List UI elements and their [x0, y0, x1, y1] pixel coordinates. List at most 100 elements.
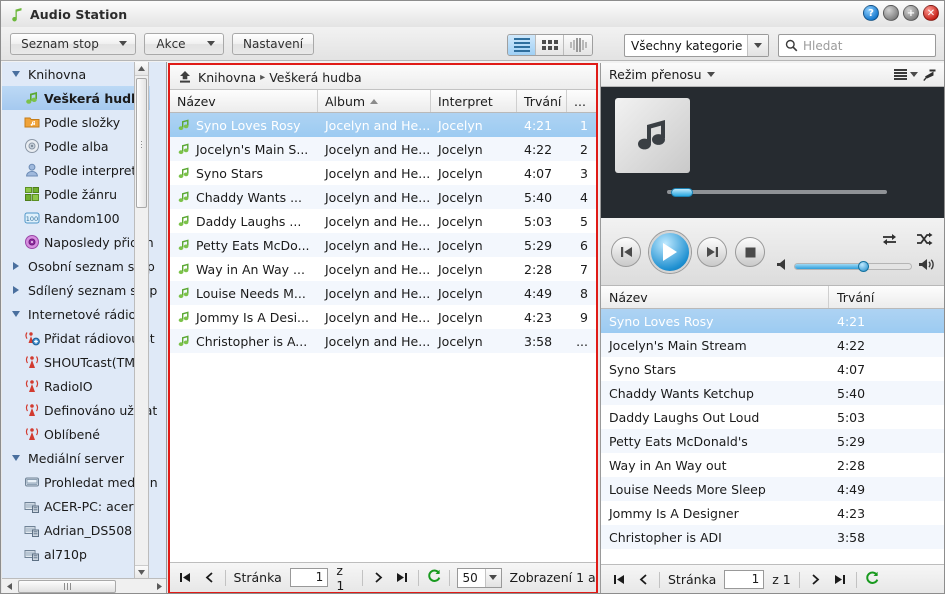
last-page-button[interactable]: [832, 571, 848, 589]
sidebar-item-1[interactable]: Veškerá hudba: [2, 86, 150, 110]
search-box[interactable]: Hledat: [778, 34, 936, 57]
sidebar-item-5[interactable]: Podle žánru: [2, 182, 150, 206]
next-page-button[interactable]: [371, 569, 386, 587]
play-button[interactable]: [649, 231, 691, 273]
breadcrumb-root[interactable]: Knihovna: [198, 70, 256, 85]
view-cover-button[interactable]: [564, 35, 592, 55]
volume-slider-track[interactable]: [794, 260, 912, 272]
sidebar-item-9[interactable]: Sdílený seznam stop: [2, 278, 157, 302]
repeat-button[interactable]: [881, 232, 898, 250]
stop-button[interactable]: [735, 237, 765, 267]
prev-page-button[interactable]: [635, 571, 651, 589]
speaker-high-icon[interactable]: [919, 258, 935, 274]
column-header-title[interactable]: Název: [170, 90, 318, 112]
table-row[interactable]: Chaddy Wants ... Jocelyn and He... Jocelyn…: [170, 185, 596, 209]
list-item[interactable]: Christopher is ADI 3:58: [601, 525, 944, 549]
prev-page-button[interactable]: [201, 569, 216, 587]
first-page-button[interactable]: [611, 571, 627, 589]
list-item[interactable]: Syno Stars 4:07: [601, 357, 944, 381]
shuffle-button[interactable]: [916, 232, 933, 250]
view-grid-button[interactable]: [536, 35, 564, 55]
sidebar-vertical-scrollbar[interactable]: [134, 62, 149, 579]
twisty-down-icon[interactable]: [8, 450, 24, 466]
transfer-mode-label[interactable]: Režim přenosu: [609, 67, 702, 82]
sidebar-horizontal-scrollbar[interactable]: [2, 578, 166, 593]
speaker-low-icon[interactable]: [777, 258, 787, 274]
list-item[interactable]: Daddy Laughs Out Loud 5:03: [601, 405, 944, 429]
queue-column-duration[interactable]: Trvání: [829, 286, 944, 308]
sidebar-item-0[interactable]: Knihovna: [2, 62, 150, 86]
refresh-icon[interactable]: [427, 569, 441, 587]
table-row[interactable]: Syno Stars Jocelyn and He... Jocelyn 4:07 3: [170, 161, 596, 185]
view-list-button[interactable]: [508, 35, 536, 55]
previous-button[interactable]: [611, 237, 641, 267]
sidebar-item-15[interactable]: Oblíbené: [2, 422, 150, 446]
column-header-album[interactable]: Album: [318, 90, 431, 112]
first-page-button[interactable]: [178, 569, 193, 587]
actions-menu-button[interactable]: Akce: [144, 32, 224, 55]
pin-icon[interactable]: [923, 68, 937, 82]
table-row[interactable]: Jocelyn's Main S... Jocelyn and He... Joce…: [170, 137, 596, 161]
minimize-button[interactable]: [883, 5, 899, 21]
page-number-input[interactable]: 1: [724, 570, 765, 589]
column-header-artist[interactable]: Interpret: [431, 90, 517, 112]
table-row[interactable]: Way in An Way ... Jocelyn and He... Jocely…: [170, 257, 596, 281]
sidebar-item-18[interactable]: ACER-PC: acer:: [2, 494, 150, 518]
page-number-input[interactable]: 1: [289, 568, 329, 587]
maximize-button[interactable]: +: [903, 5, 919, 21]
sidebar-item-6[interactable]: 100 Random100: [2, 206, 150, 230]
table-row[interactable]: Louise Needs M... Jocelyn and He... Jocely…: [170, 281, 596, 305]
help-button[interactable]: ?: [863, 5, 879, 21]
chevron-down-icon[interactable]: [747, 35, 768, 56]
sidebar-item-13[interactable]: RadioIO: [2, 374, 150, 398]
twisty-down-icon[interactable]: [8, 306, 24, 322]
table-row[interactable]: Jommy Is A Desi... Jocelyn and He... Jocel…: [170, 305, 596, 329]
sidebar-item-4[interactable]: Podle interpreta: [2, 158, 150, 182]
horizontal-scroll-track[interactable]: [16, 579, 152, 593]
sidebar-item-17[interactable]: Prohledat mediáln: [2, 470, 158, 494]
scroll-right-icon[interactable]: [152, 579, 166, 593]
playlist-menu-button[interactable]: Seznam stop: [10, 32, 136, 55]
list-item[interactable]: Syno Loves Rosy 4:21: [601, 309, 944, 333]
horizontal-scrollbar-thumb[interactable]: [18, 580, 116, 593]
sidebar-item-3[interactable]: Podle alba: [2, 134, 150, 158]
sidebar-item-14[interactable]: Definováno uživat: [2, 398, 157, 422]
twisty-right-icon[interactable]: [8, 282, 24, 298]
scroll-down-icon[interactable]: [135, 565, 148, 579]
sidebar-item-7[interactable]: Naposledy přidan: [2, 230, 154, 254]
sidebar-item-19[interactable]: Adrian_DS508: [2, 518, 150, 542]
volume-slider-knob[interactable]: [857, 260, 869, 272]
queue-menu-button[interactable]: [894, 67, 918, 81]
category-select[interactable]: Všechny kategorie: [624, 34, 769, 57]
twisty-down-icon[interactable]: [8, 66, 24, 82]
table-row[interactable]: Petty Eats McDo... Jocelyn and He... Jocel…: [170, 233, 596, 257]
list-item[interactable]: Jommy Is A Designer 4:23: [601, 501, 944, 525]
list-item[interactable]: Louise Needs More Sleep 4:49: [601, 477, 944, 501]
volume-control[interactable]: [777, 258, 935, 274]
table-row[interactable]: Syno Loves Rosy Jocelyn and He... Jocelyn 4…: [170, 113, 596, 137]
queue-column-title[interactable]: Název: [601, 286, 829, 308]
list-item[interactable]: Chaddy Wants Ketchup 5:40: [601, 381, 944, 405]
chevron-down-icon[interactable]: [484, 568, 501, 587]
up-arrow-icon[interactable]: [178, 70, 192, 84]
sidebar-item-20[interactable]: al710p: [2, 542, 150, 566]
sidebar-item-10[interactable]: Internetové rádio: [2, 302, 150, 326]
settings-button[interactable]: Nastavení: [232, 32, 315, 55]
next-button[interactable]: [697, 237, 727, 267]
sidebar-item-8[interactable]: Osobní seznam stop: [2, 254, 155, 278]
list-item[interactable]: Way in An Way out 2:28: [601, 453, 944, 477]
close-button[interactable]: ✕: [923, 5, 939, 21]
sidebar-item-2[interactable]: Podle složky: [2, 110, 150, 134]
search-input-placeholder[interactable]: Hledat: [803, 39, 842, 53]
list-item[interactable]: Petty Eats McDonald's 5:29: [601, 429, 944, 453]
column-header-track[interactable]: ...: [567, 90, 596, 112]
scrollbar-thumb[interactable]: [136, 78, 147, 208]
scroll-left-icon[interactable]: [2, 579, 16, 593]
breadcrumb-current[interactable]: Veškerá hudba: [269, 70, 361, 85]
column-header-duration[interactable]: Trvání: [517, 90, 567, 112]
list-item[interactable]: Jocelyn's Main Stream 4:22: [601, 333, 944, 357]
refresh-icon[interactable]: [865, 571, 879, 589]
last-page-button[interactable]: [394, 569, 409, 587]
scroll-up-icon[interactable]: [135, 62, 148, 76]
sidebar-item-12[interactable]: SHOUTcast(TM): [2, 350, 150, 374]
